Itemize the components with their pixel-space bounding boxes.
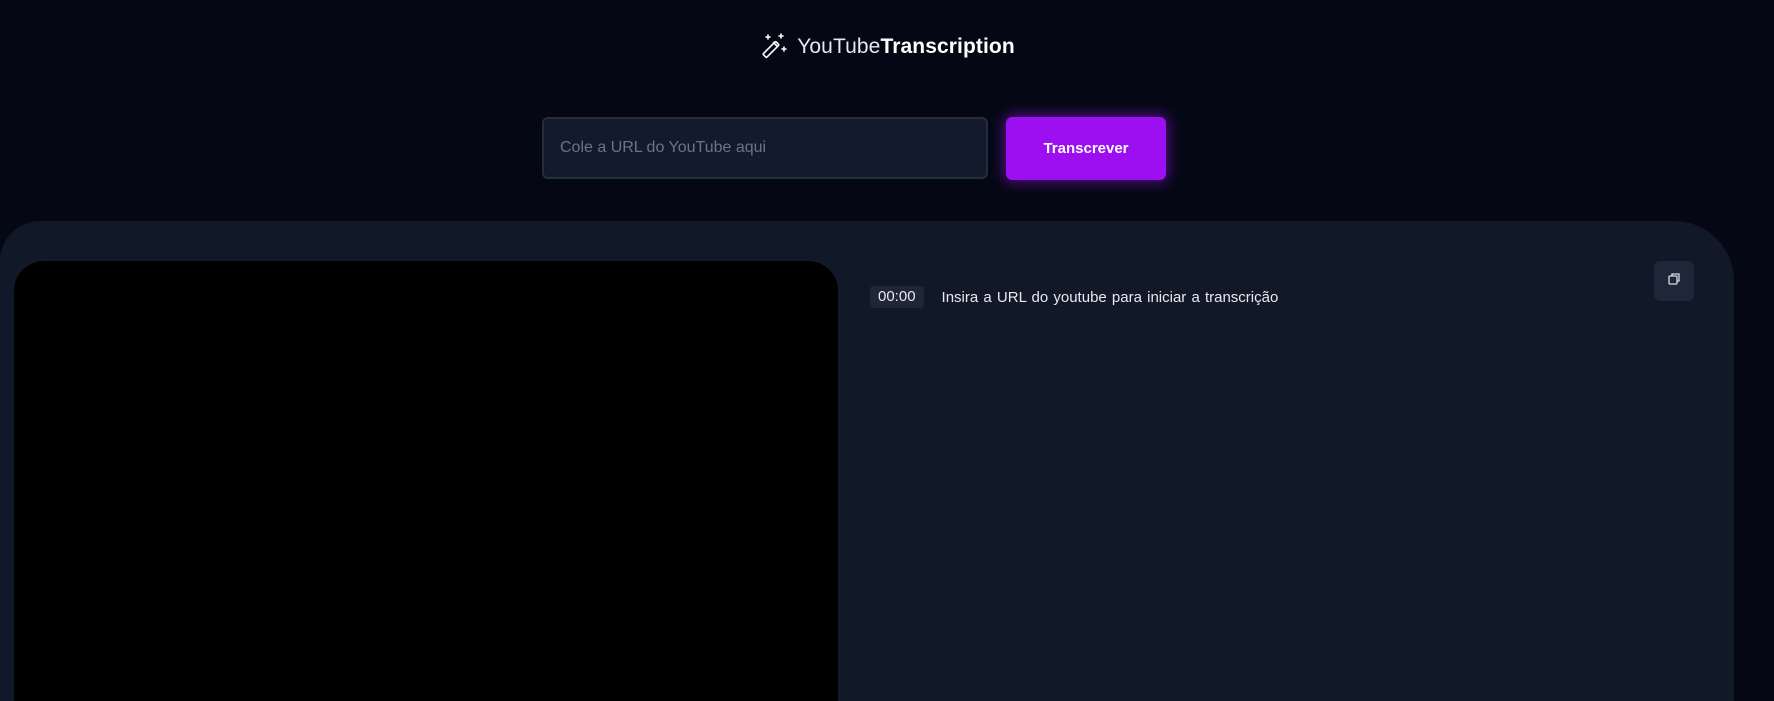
magic-wand-icon [759,32,789,62]
transcribe-button[interactable]: Transcrever [1006,117,1166,180]
brand-name-bold: Transcription [880,35,1015,58]
app-logo: YouTubeTranscription [0,32,1774,62]
video-player[interactable] [14,261,838,701]
transcript-text: Insira a URL do youtube para iniciar a t… [941,288,1279,306]
copy-icon [1667,272,1681,291]
transcript-timestamp[interactable]: 00:00 [870,286,924,308]
transcript-line[interactable]: 00:00 Insira a URL do youtube para inici… [870,286,1278,308]
brand-name: YouTubeTranscription [797,35,1015,59]
youtube-url-input[interactable] [542,117,988,179]
copy-button[interactable] [1654,261,1694,301]
brand-name-light: YouTube [797,35,881,58]
